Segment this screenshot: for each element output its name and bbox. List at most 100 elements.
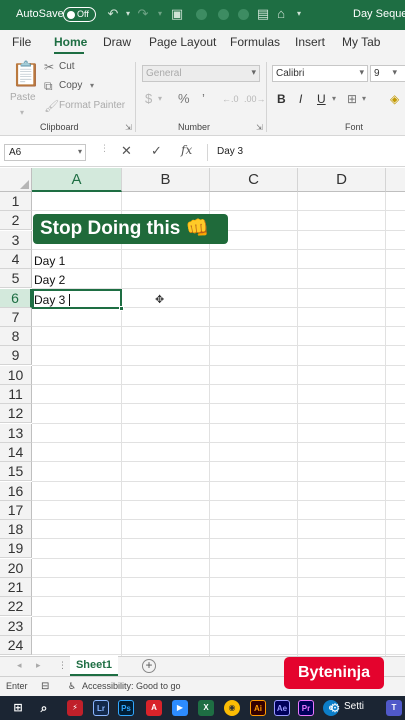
- tab-file[interactable]: File: [12, 35, 31, 49]
- chrome-icon[interactable]: ◉: [224, 700, 240, 716]
- italic-button[interactable]: I: [299, 92, 302, 106]
- cancel-icon[interactable]: ✕: [121, 143, 132, 159]
- select-all-button[interactable]: [0, 168, 32, 192]
- shop-icon[interactable]: ⌂: [274, 7, 288, 21]
- accessibility-icon[interactable]: ♿: [68, 681, 76, 692]
- redo-icon[interactable]: ↷: [136, 7, 150, 21]
- formula-input[interactable]: Day 3: [207, 144, 405, 161]
- row-header-2[interactable]: 2: [0, 211, 32, 230]
- column-header-d[interactable]: D: [298, 168, 386, 192]
- acrobat-icon[interactable]: A: [146, 700, 162, 716]
- font-size-select[interactable]: 9 ▾: [370, 65, 405, 82]
- enter-icon[interactable]: ✓: [151, 143, 162, 159]
- dialog-launcher-icon[interactable]: ⇲: [125, 123, 132, 132]
- row-header-23[interactable]: 23: [0, 617, 32, 636]
- undo-icon[interactable]: ↶: [106, 7, 120, 21]
- settings-label[interactable]: Setti: [344, 701, 364, 712]
- tab-page-layout[interactable]: Page Layout: [149, 35, 216, 49]
- row-header-16[interactable]: 16: [0, 482, 32, 501]
- dialog-launcher-icon[interactable]: ⇲: [256, 123, 263, 132]
- quick-access-icon[interactable]: [196, 9, 207, 20]
- row-header-18[interactable]: 18: [0, 520, 32, 539]
- zoom-icon[interactable]: ▶: [172, 700, 188, 716]
- quick-access-icon[interactable]: [238, 9, 249, 20]
- column-header-a[interactable]: A: [32, 168, 122, 192]
- cell-a5[interactable]: Day 2: [34, 273, 65, 287]
- photoshop-icon[interactable]: Ps: [118, 700, 134, 716]
- currency-dropdown-icon[interactable]: ▾: [158, 92, 162, 106]
- illustrator-icon[interactable]: Ai: [250, 700, 266, 716]
- tab-my-tab[interactable]: My Tab: [342, 35, 380, 49]
- row-header-6[interactable]: 6: [0, 289, 32, 308]
- camera-icon[interactable]: ▣: [170, 7, 184, 21]
- row-header-15[interactable]: 15: [0, 462, 32, 481]
- autosave-toggle[interactable]: Off: [63, 7, 96, 22]
- row-header-17[interactable]: 17: [0, 501, 32, 520]
- column-header-e[interactable]: [386, 168, 405, 192]
- add-sheet-button[interactable]: +: [142, 659, 156, 673]
- tab-formulas[interactable]: Formulas: [230, 35, 280, 49]
- underline-button[interactable]: U: [317, 92, 326, 106]
- row-header-4[interactable]: 4: [0, 250, 32, 269]
- row-header-24[interactable]: 24: [0, 636, 32, 655]
- excel-icon[interactable]: X: [198, 700, 214, 716]
- borders-dropdown-icon[interactable]: ▾: [362, 92, 366, 106]
- redo-dropdown-icon[interactable]: ▾: [153, 7, 167, 21]
- row-header-9[interactable]: 9: [0, 346, 32, 365]
- sheet-tab-sheet1[interactable]: Sheet1: [70, 656, 118, 676]
- row-header-1[interactable]: 1: [0, 192, 32, 211]
- next-sheet-icon[interactable]: ▸: [36, 660, 41, 671]
- number-format-select[interactable]: General ▾: [142, 65, 260, 82]
- currency-icon[interactable]: $: [145, 92, 152, 106]
- row-header-3[interactable]: 3: [0, 231, 32, 250]
- copy-button[interactable]: ⧉ Copy ▾: [44, 79, 104, 93]
- comma-style-icon[interactable]: ’: [202, 92, 205, 106]
- macro-icon[interactable]: ⊟: [41, 681, 49, 692]
- row-header-7[interactable]: 7: [0, 308, 32, 327]
- column-header-b[interactable]: B: [122, 168, 210, 192]
- undo-dropdown-icon[interactable]: ▾: [121, 7, 135, 21]
- row-header-11[interactable]: 11: [0, 385, 32, 404]
- row-header-12[interactable]: 12: [0, 404, 32, 423]
- row-header-5[interactable]: 5: [0, 269, 32, 288]
- tab-insert[interactable]: Insert: [295, 35, 325, 49]
- prev-sheet-icon[interactable]: ◂: [17, 660, 22, 671]
- row-header-13[interactable]: 13: [0, 424, 32, 443]
- teams-icon[interactable]: T: [386, 700, 402, 716]
- cell-a4[interactable]: Day 1: [34, 254, 65, 268]
- format-painter-button[interactable]: 🖌 Format Painter: [44, 99, 128, 113]
- fill-handle[interactable]: [119, 306, 124, 311]
- cut-button[interactable]: ✂ Cut: [44, 60, 84, 74]
- document-icon[interactable]: ▤: [256, 7, 270, 21]
- row-header-19[interactable]: 19: [0, 539, 32, 558]
- row-header-20[interactable]: 20: [0, 559, 32, 578]
- underline-dropdown-icon[interactable]: ▾: [332, 92, 336, 106]
- tab-draw[interactable]: Draw: [103, 35, 131, 49]
- after-effects-icon[interactable]: Ae: [274, 700, 290, 716]
- fill-color-icon[interactable]: ◈: [390, 92, 399, 106]
- font-name-select[interactable]: Calibri ▾: [272, 65, 368, 82]
- row-header-21[interactable]: 21: [0, 578, 32, 597]
- insert-function-icon[interactable]: fx: [181, 143, 192, 157]
- tab-home[interactable]: Home: [54, 35, 87, 49]
- lightroom-icon[interactable]: Lr: [93, 700, 109, 716]
- customize-dropdown-icon[interactable]: ▾: [292, 7, 306, 21]
- premiere-icon[interactable]: Pr: [298, 700, 314, 716]
- gear-icon[interactable]: ⚙: [327, 700, 343, 716]
- quick-access-icon[interactable]: [218, 9, 229, 20]
- accessibility-status[interactable]: Accessibility: Good to go: [82, 681, 181, 691]
- column-header-c[interactable]: C: [210, 168, 298, 192]
- row-header-10[interactable]: 10: [0, 366, 32, 385]
- name-box[interactable]: A6 ▾: [4, 144, 86, 161]
- row-header-22[interactable]: 22: [0, 597, 32, 616]
- percent-icon[interactable]: %: [178, 92, 190, 106]
- windows-start-icon[interactable]: ⊞: [10, 700, 26, 716]
- bold-button[interactable]: B: [277, 92, 286, 106]
- decrease-decimal-icon[interactable]: .00→: [244, 92, 266, 106]
- paste-dropdown-icon[interactable]: ▾: [20, 106, 24, 120]
- borders-icon[interactable]: ⊞: [347, 92, 357, 106]
- search-icon[interactable]: ⌕: [36, 700, 52, 716]
- paste-button[interactable]: 📋 Paste: [8, 60, 41, 104]
- increase-decimal-icon[interactable]: ←.0: [222, 92, 239, 106]
- app-icon[interactable]: ⚡: [67, 700, 83, 716]
